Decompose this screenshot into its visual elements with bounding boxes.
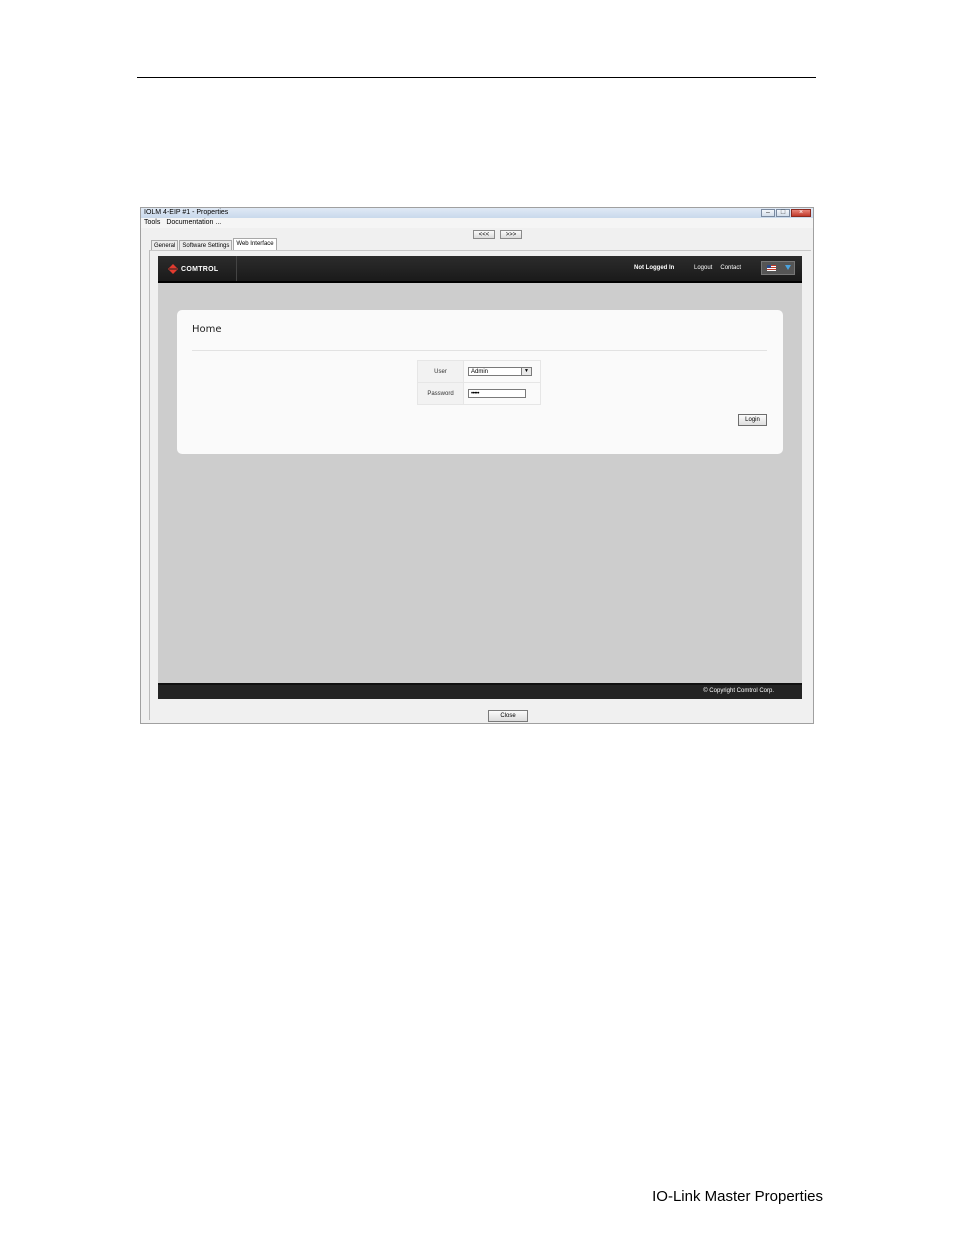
user-label: User	[417, 360, 464, 383]
close-button[interactable]: Close	[488, 710, 528, 722]
chevron-down-icon	[785, 265, 791, 270]
menu-bar: Tools Documentation ...	[141, 218, 813, 228]
login-panel: Home User Admin ▼ Password ••••• Login	[177, 310, 783, 454]
maximize-icon[interactable]: □	[776, 209, 790, 217]
page-title: Home	[192, 324, 222, 335]
header-rule	[137, 77, 816, 78]
login-button[interactable]: Login	[738, 414, 767, 426]
tab-pane-left-border	[149, 250, 150, 720]
properties-window-screenshot: IOLM 4-EIP #1 - Properties – □ × Tools D…	[140, 207, 814, 724]
web-header: Comtrol Not Logged In Logout Contact	[158, 256, 802, 283]
chevron-down-icon: ▼	[521, 368, 531, 375]
web-interface-view: Comtrol Not Logged In Logout Contact Hom…	[158, 256, 802, 699]
menu-documentation[interactable]: Documentation ...	[166, 218, 221, 228]
minimize-icon[interactable]: –	[761, 209, 775, 217]
nav-buttons: <<< >>>	[473, 230, 522, 239]
password-label: Password	[417, 382, 464, 405]
copyright-text: © Copyright Comtrol Corp.	[703, 688, 774, 694]
password-cell: •••••	[463, 382, 541, 405]
panel-divider	[192, 350, 767, 351]
menu-tools[interactable]: Tools	[144, 218, 160, 228]
password-field[interactable]: •••••	[468, 389, 526, 398]
user-select[interactable]: Admin ▼	[468, 367, 532, 376]
comtrol-logo-icon	[168, 264, 178, 274]
page-footer-title: IO-Link Master Properties	[652, 1188, 823, 1205]
next-button[interactable]: >>>	[500, 230, 522, 239]
close-icon[interactable]: ×	[791, 209, 811, 217]
header-links: Logout Contact	[694, 265, 741, 271]
comtrol-logo: Comtrol	[168, 264, 218, 274]
user-select-value: Admin	[471, 369, 489, 375]
language-selector[interactable]	[761, 261, 795, 275]
us-flag-icon	[767, 265, 776, 271]
login-status: Not Logged In	[634, 265, 675, 271]
password-row: Password •••••	[417, 382, 541, 405]
user-cell: Admin ▼	[463, 360, 541, 383]
window-titlebar: IOLM 4-EIP #1 - Properties – □ ×	[141, 208, 813, 218]
login-form: User Admin ▼ Password •••••	[417, 360, 541, 405]
user-row: User Admin ▼	[417, 360, 541, 383]
brand-name: Comtrol	[181, 265, 219, 273]
previous-button[interactable]: <<<	[473, 230, 495, 239]
contact-link[interactable]: Contact	[720, 265, 741, 271]
web-footer: © Copyright Comtrol Corp.	[158, 683, 802, 699]
window-controls: – □ ×	[761, 209, 811, 217]
logout-link[interactable]: Logout	[694, 265, 712, 271]
tab-pane-border	[149, 250, 811, 251]
header-divider	[236, 256, 237, 281]
window-title: IOLM 4-EIP #1 - Properties	[144, 209, 229, 216]
